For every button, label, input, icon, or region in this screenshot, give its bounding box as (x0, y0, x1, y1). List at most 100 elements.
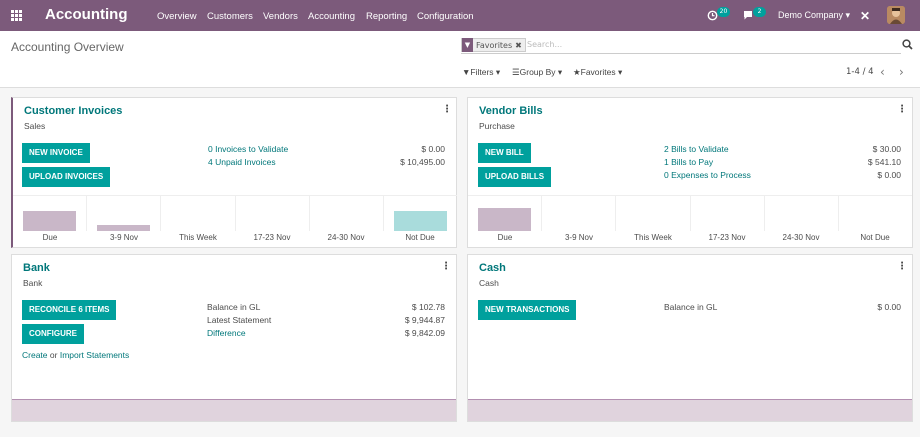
apps-menu-icon[interactable] (11, 10, 22, 21)
graph-bar[interactable] (393, 211, 448, 231)
graph-label: Due (42, 233, 58, 242)
new-invoice-button[interactable]: NEW INVOICE (22, 143, 90, 163)
bills-to-validate-link[interactable]: 2 Bills to Validate (664, 144, 729, 154)
graph-column[interactable] (13, 196, 88, 231)
facet-label: Favorites (476, 40, 513, 50)
menu-reporting[interactable]: Reporting (366, 11, 407, 22)
new-transactions-button[interactable]: NEW TRANSACTIONS (478, 300, 577, 320)
card-options-icon[interactable]: ⋮ (897, 261, 907, 272)
user-avatar[interactable] (887, 6, 905, 24)
search-icon[interactable] (902, 39, 913, 50)
expenses-to-process-link[interactable]: 0 Expenses to Process (664, 170, 751, 180)
list-icon: ☰ (512, 67, 520, 77)
pager-next-button[interactable]: › (899, 65, 904, 79)
app-brand[interactable]: Accounting (45, 6, 128, 23)
latest-statement-label: Latest Statement (207, 315, 272, 325)
bills-to-pay-link[interactable]: 1 Bills to Pay (664, 157, 713, 167)
search-facet: ▼ Favorites ✖ (461, 38, 526, 52)
cash-balance-gl-amount: $ 0.00 (877, 302, 901, 312)
search-bar[interactable]: ▼ Favorites ✖ Search... (461, 38, 901, 54)
graph-bar[interactable] (97, 225, 151, 231)
unpaid-invoices-amount: $ 10,495.00 (400, 157, 445, 167)
reconcile-items-button[interactable]: RECONCILE 6 ITEMS (22, 300, 117, 320)
create-import-statements: Create or Import Statements (22, 350, 129, 360)
card-subtitle: Bank (23, 278, 43, 288)
graph-column[interactable] (161, 196, 236, 231)
menu-overview[interactable]: Overview (157, 11, 197, 22)
vendor-bills-graph-labels: Due 3-9 Nov This Week 17-23 Nov 24-30 Nov Not… (468, 233, 912, 242)
customer-invoices-graph-labels: Due 3-9 Nov This Week 17-23 Nov 24-30 Nov Not… (13, 233, 457, 242)
customer-invoices-graph[interactable] (13, 195, 457, 231)
graph-column[interactable] (384, 196, 457, 231)
group-by-dropdown[interactable]: ☰Group By ▾ (512, 67, 562, 78)
page-title: Accounting Overview (11, 40, 124, 54)
create-statement-link[interactable]: Create (22, 350, 48, 360)
graph-label: Not Due (860, 233, 890, 242)
difference-link[interactable]: Difference (207, 328, 246, 338)
unpaid-invoices-link[interactable]: 4 Unpaid Invoices (208, 157, 276, 167)
graph-column[interactable] (839, 196, 912, 231)
activity-badge: 20 (717, 7, 730, 17)
cash-balance-gl-label: Balance in GL (664, 302, 718, 312)
filter-funnel-icon: ▼ (462, 38, 473, 52)
card-title[interactable]: Customer Invoices (24, 105, 122, 117)
graph-label: This Week (634, 233, 672, 242)
card-subtitle: Sales (24, 121, 46, 131)
cash-graph-area[interactable] (468, 399, 912, 421)
import-statements-link[interactable]: Import Statements (60, 350, 129, 360)
graph-label: 24-30 Nov (327, 233, 365, 242)
card-title[interactable]: Cash (479, 262, 506, 274)
filters-dropdown[interactable]: ▼Filters ▾ (462, 67, 500, 78)
favorites-dropdown[interactable]: ★Favorites ▾ (573, 67, 622, 78)
card-title[interactable]: Vendor Bills (479, 105, 543, 117)
graph-label: 3-9 Nov (109, 233, 138, 242)
graph-column[interactable] (765, 196, 839, 231)
bank-card: Bank Bank ⋮ RECONCILE 6 ITEMS CONFIGURE … (11, 254, 457, 422)
card-title[interactable]: Bank (23, 262, 50, 274)
facet-remove-icon[interactable]: ✖ (515, 41, 525, 50)
new-bill-button[interactable]: NEW BILL (478, 143, 531, 163)
search-input[interactable]: Search... (527, 40, 562, 49)
graph-bar[interactable] (23, 211, 77, 231)
graph-column[interactable] (691, 196, 765, 231)
top-navbar: Accounting Overview Customers Vendors Ac… (0, 0, 920, 31)
graph-column[interactable] (616, 196, 691, 231)
card-options-icon[interactable]: ⋮ (441, 261, 451, 272)
graph-column[interactable] (468, 196, 543, 231)
card-subtitle: Cash (479, 278, 499, 288)
customer-invoices-card: Customer Invoices Sales ⋮ NEW INVOICE UP… (11, 97, 457, 248)
graph-column[interactable] (310, 196, 384, 231)
graph-label: 17-23 Nov (708, 233, 746, 242)
expenses-to-process-amount: $ 0.00 (877, 170, 901, 180)
menu-vendors[interactable]: Vendors (263, 11, 298, 22)
vendor-bills-card: Vendor Bills Purchase ⋮ NEW BILL UPLOAD … (467, 97, 913, 248)
graph-bar[interactable] (478, 208, 532, 231)
or-text: or (49, 350, 58, 360)
menu-accounting[interactable]: Accounting (308, 11, 355, 22)
graph-column[interactable] (87, 196, 162, 231)
pager-value[interactable]: 1-4 / 4 (846, 67, 874, 77)
upload-invoices-button[interactable]: UPLOAD INVOICES (22, 167, 111, 187)
upload-bills-button[interactable]: UPLOAD BILLS (478, 167, 552, 187)
close-debug-icon[interactable]: ✕ (860, 9, 870, 23)
control-panel: Accounting Overview ▼ Favorites ✖ Search… (0, 31, 920, 88)
menu-configuration[interactable]: Configuration (417, 11, 474, 22)
pager-previous-button[interactable]: ‹ (880, 65, 885, 79)
vendor-bills-graph[interactable] (468, 195, 912, 231)
graph-column[interactable] (236, 196, 310, 231)
difference-amount: $ 9,842.09 (404, 328, 445, 338)
invoices-to-validate-link[interactable]: 0 Invoices to Validate (208, 144, 288, 154)
graph-label: Not Due (405, 233, 435, 242)
card-options-icon[interactable]: ⋮ (442, 104, 452, 115)
graph-label: This Week (179, 233, 217, 242)
card-options-icon[interactable]: ⋮ (897, 104, 907, 115)
card-subtitle: Purchase (479, 121, 515, 131)
bank-graph-area[interactable] (12, 399, 456, 421)
menu-customers[interactable]: Customers (207, 11, 253, 22)
bills-to-pay-amount: $ 541.10 (867, 157, 901, 167)
company-switcher[interactable]: Demo Company ▾ (778, 10, 850, 21)
invoices-to-validate-amount: $ 0.00 (421, 144, 445, 154)
graph-column[interactable] (542, 196, 617, 231)
cash-card: Cash Cash ⋮ NEW TRANSACTIONS Balance in … (467, 254, 913, 422)
configure-button[interactable]: CONFIGURE (22, 324, 84, 344)
